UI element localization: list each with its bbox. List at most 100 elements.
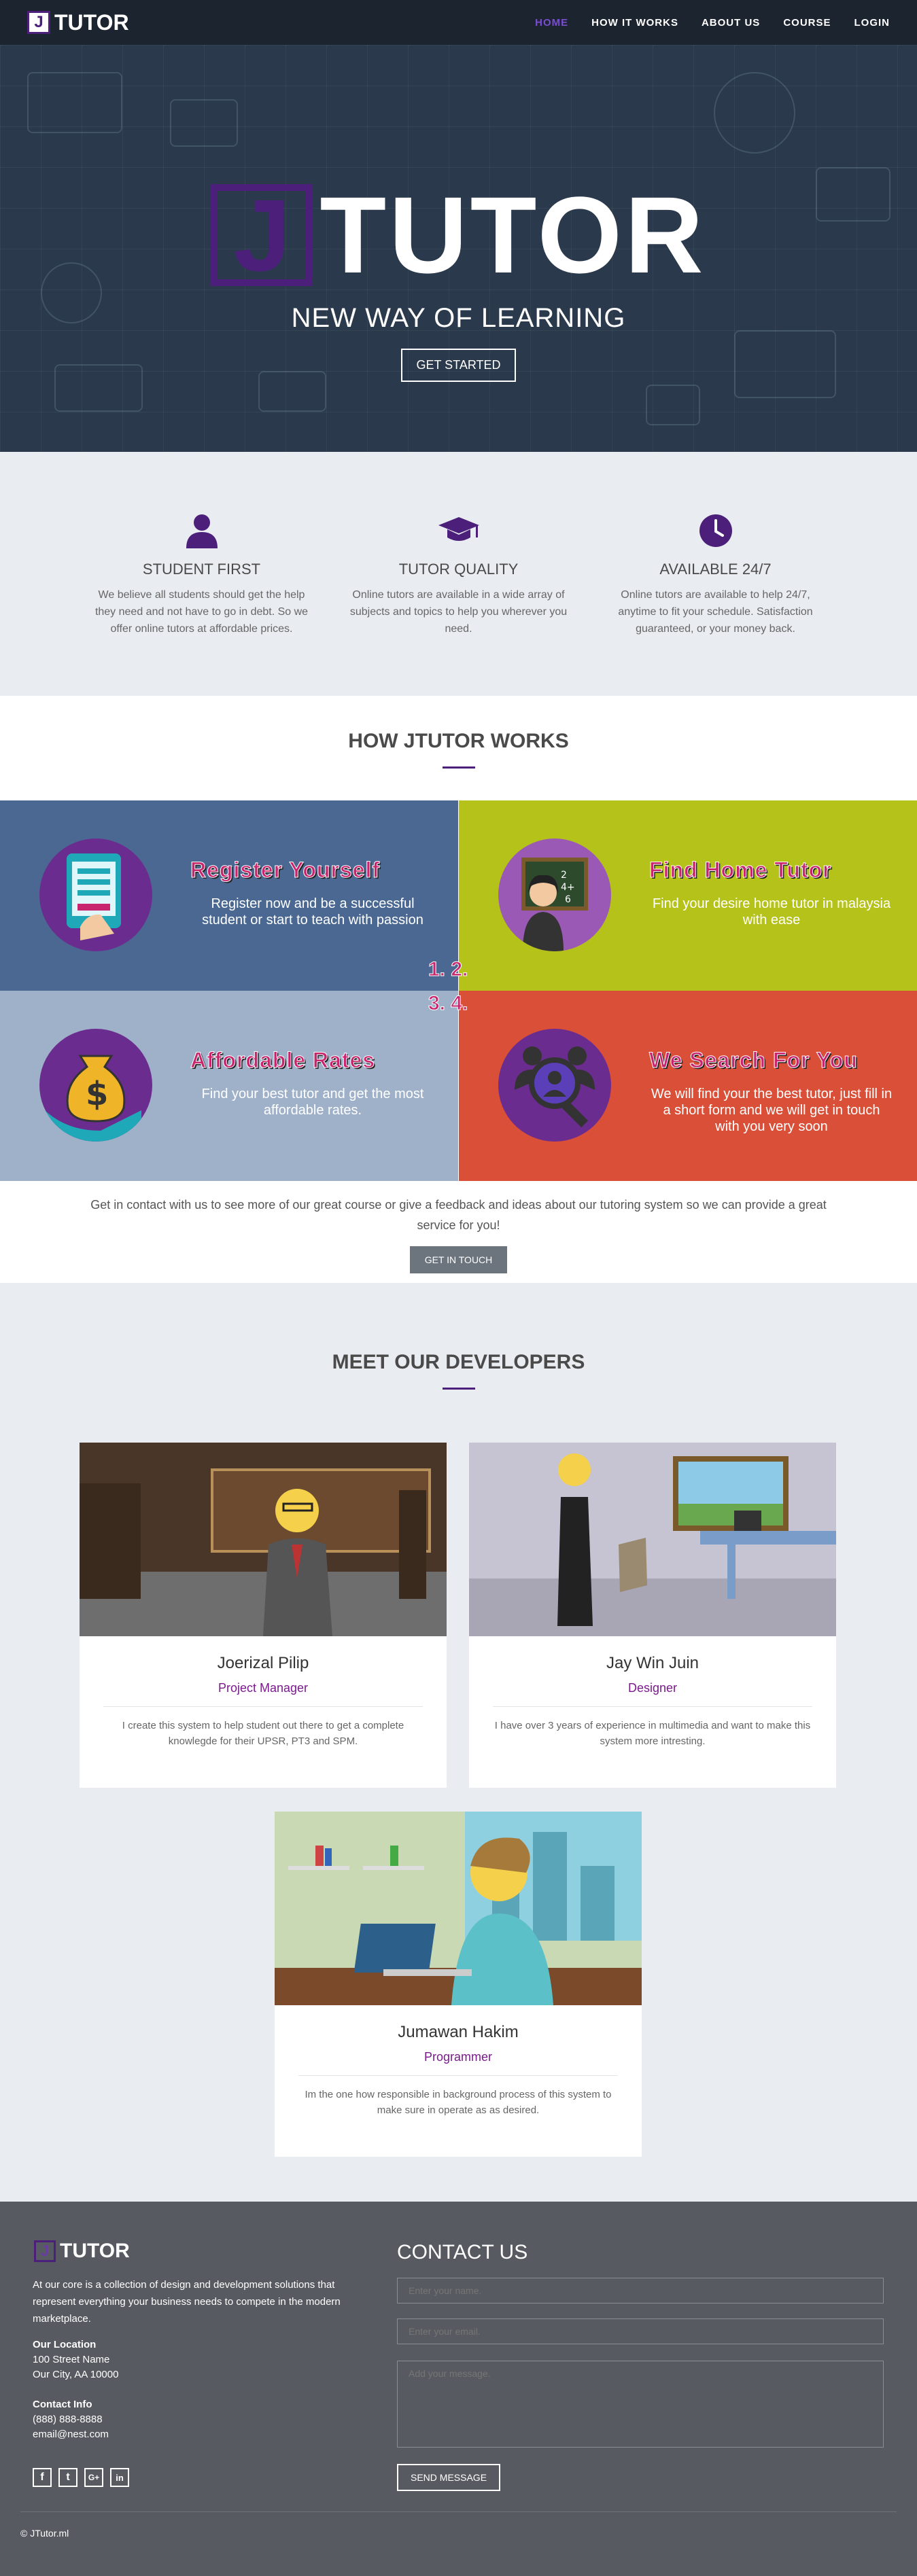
developer-bio: Im the one how responsible in background… — [305, 2089, 612, 2116]
nav-menu: HOME HOW IT WORKS ABOUT US COURSE LOGIN — [535, 17, 890, 29]
hero-section: J TUTOR NEW WAY OF LEARNING GET STARTED — [0, 45, 917, 452]
logo-j-mark: J — [27, 11, 50, 34]
developer-bio: I create this system to help student out… — [122, 1720, 404, 1747]
section-title: MEET OUR DEVELOPERS — [332, 1351, 585, 1373]
linkedin-icon[interactable]: in — [110, 2468, 129, 2487]
tile-text: Find your best tutor and get the most af… — [201, 1087, 424, 1118]
feature-text: We believe all students should get the h… — [94, 589, 309, 635]
feature-text: Online tutors are available to help 24/7… — [618, 589, 813, 635]
features-section: STUDENT FIRST We believe all students sh… — [0, 452, 917, 696]
footer: J TUTOR At our core is a collection of d… — [0, 2202, 917, 2576]
nav-home[interactable]: HOME — [535, 17, 568, 29]
doodle-shape — [170, 99, 238, 147]
tile-register: Register Yourself Register now and be a … — [0, 800, 458, 991]
facebook-icon[interactable]: f — [33, 2468, 52, 2487]
search-person-icon — [498, 1029, 611, 1142]
message-field[interactable] — [397, 2361, 884, 2448]
social-links: f t G+ in — [33, 2468, 129, 2487]
svg-text:2: 2 — [561, 870, 567, 881]
brand-logo[interactable]: J TUTOR — [27, 10, 129, 35]
twitter-icon[interactable]: t — [58, 2468, 77, 2487]
tile-affordable: $ Affordable Rates Find your best tutor … — [0, 991, 458, 1181]
top-navbar: J TUTOR HOME HOW IT WORKS ABOUT US COURS… — [0, 0, 917, 45]
section-title: HOW JTUTOR WORKS — [348, 730, 569, 752]
footer-brand-name: TUTOR — [60, 2240, 130, 2262]
developer-bio: I have over 3 years of experience in mul… — [494, 1720, 811, 1747]
email-field[interactable] — [397, 2318, 884, 2344]
address-line: 100 Street Name — [33, 2354, 110, 2365]
hero-tagline: NEW WAY OF LEARNING — [291, 303, 626, 333]
developer-card: Jay Win Juin Designer I have over 3 year… — [469, 1443, 836, 1788]
step-numbers-bottom: 3. 4. — [428, 992, 468, 1015]
doodle-shape — [646, 385, 700, 425]
email-address: email@nest.com — [33, 2429, 109, 2440]
user-icon — [90, 513, 314, 548]
get-started-button[interactable]: GET STARTED — [401, 349, 516, 382]
doodle-shape — [714, 72, 795, 154]
developer-card: Jumawan Hakim Programmer Im the one how … — [275, 1812, 642, 2157]
get-in-touch-strip: Get in contact with us to see more of ou… — [0, 1181, 917, 1283]
contact-info-title: Contact Info — [33, 2399, 92, 2410]
title-underline — [442, 1388, 475, 1390]
contact-us-title: CONTACT US — [397, 2241, 528, 2263]
google-plus-icon[interactable]: G+ — [84, 2468, 103, 2487]
step-numbers-top: 1. 2. — [428, 958, 468, 981]
phone-number: (888) 888-8888 — [33, 2414, 103, 2425]
doodle-shape — [27, 72, 122, 133]
tile-find-tutor: 2 4+ 6 Find Home Tutor Find your desire ho… — [459, 800, 917, 991]
hero-logo: J TUTOR — [0, 181, 917, 289]
clock-icon — [604, 513, 828, 548]
footer-about: At our core is a collection of design an… — [33, 2279, 341, 2325]
tablet-register-icon — [39, 839, 152, 951]
teacher-blackboard-icon: 2 4+ 6 — [498, 839, 611, 951]
how-it-works-tiles: Register Yourself Register now and be a … — [0, 800, 917, 1181]
developer-role: Project Manager — [218, 1681, 309, 1695]
developer-avatar — [469, 1443, 836, 1636]
developer-name: Jay Win Juin — [606, 1654, 699, 1672]
footer-location: Our Location 100 Street Name Our City, A… — [33, 2337, 118, 2382]
svg-text:$: $ — [86, 1075, 108, 1113]
name-field[interactable] — [397, 2278, 884, 2304]
location-title: Our Location — [33, 2339, 97, 2350]
footer-logo[interactable]: J TUTOR — [34, 2240, 130, 2263]
feature-student-first: STUDENT FIRST We believe all students sh… — [90, 513, 314, 696]
developer-name: Jumawan Hakim — [398, 2023, 519, 2041]
get-in-touch-button[interactable]: GET IN TOUCH — [409, 1246, 508, 1273]
tile-title: Find Home Tutor — [649, 858, 832, 883]
brand-name: TUTOR — [54, 10, 129, 35]
nav-about-us[interactable]: ABOUT US — [702, 17, 760, 29]
how-it-works-header: HOW JTUTOR WORKS — [0, 696, 917, 800]
title-underline — [442, 766, 475, 769]
feature-title: AVAILABLE 24/7 — [659, 561, 772, 578]
developer-avatar — [275, 1812, 642, 2005]
hero-logo-word: TUTOR — [319, 174, 706, 296]
address-line: Our City, AA 10000 — [33, 2369, 119, 2380]
feature-title: TUTOR QUALITY — [398, 561, 519, 578]
card-divider — [298, 2075, 618, 2076]
tile-title: Affordable Rates — [190, 1048, 376, 1073]
nav-login[interactable]: LOGIN — [854, 17, 890, 29]
developer-role: Programmer — [423, 2050, 493, 2064]
developer-role: Designer — [627, 1681, 678, 1695]
feature-text: Online tutors are available in a wide ar… — [349, 589, 568, 635]
tile-text: We will find your the best tutor, just f… — [651, 1087, 893, 1134]
hero-logo-j: J — [211, 184, 313, 286]
svg-text:4+: 4+ — [561, 882, 575, 893]
send-message-button[interactable]: SEND MESSAGE — [397, 2464, 501, 2491]
tile-text: Find your desire home tutor in malaysia … — [652, 896, 891, 928]
feature-title: STUDENT FIRST — [142, 561, 261, 578]
nav-course[interactable]: COURSE — [783, 17, 831, 29]
svg-text:6: 6 — [565, 894, 571, 905]
footer-logo-j: J — [34, 2240, 56, 2262]
graduation-cap-icon — [347, 513, 571, 548]
nav-how-it-works[interactable]: HOW IT WORKS — [591, 17, 678, 29]
tile-text: Register now and be a successful student… — [202, 896, 423, 928]
developer-card: Joerizal Pilip Project Manager I create … — [80, 1443, 447, 1788]
developers-section: MEET OUR DEVELOPERS Joerizal Pilip Proje… — [0, 1283, 917, 2202]
card-divider — [493, 1706, 812, 1707]
tile-title: We Search For You — [649, 1048, 858, 1073]
tile-title: Register Yourself — [190, 858, 381, 883]
feature-available: AVAILABLE 24/7 Online tutors are availab… — [604, 513, 828, 696]
card-divider — [103, 1706, 423, 1707]
developer-avatar — [80, 1443, 447, 1636]
